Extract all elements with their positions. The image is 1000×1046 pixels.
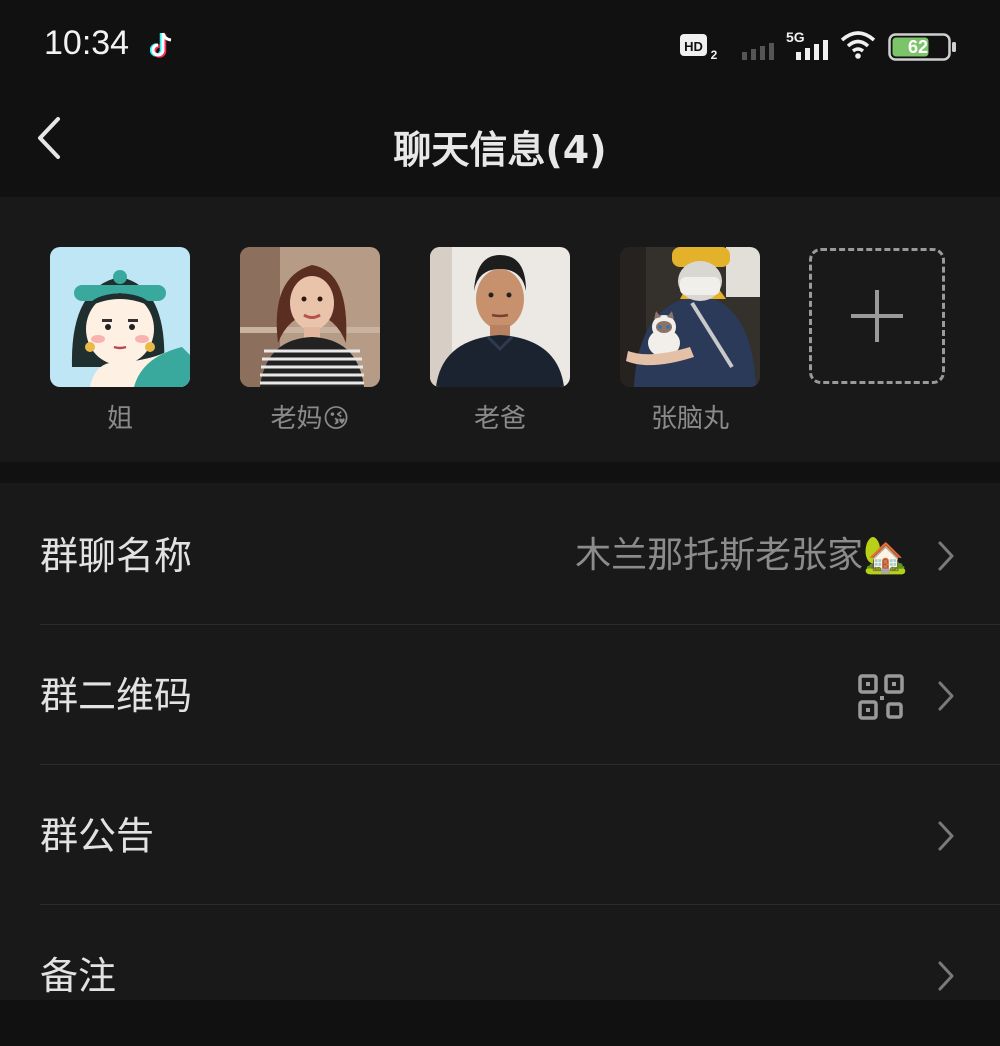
member-name: 姐 (106, 404, 133, 434)
member-name: 张脑丸 (650, 404, 729, 434)
network-label: 5G (786, 29, 805, 45)
settings-list: 群聊名称 木兰那托斯老张家🏡 群二维码 群公告 备注 (0, 483, 1000, 1000)
battery-level: 62 (908, 37, 928, 57)
divider (40, 624, 1000, 625)
chevron-right-icon (938, 821, 954, 851)
avatar[interactable] (430, 247, 570, 387)
hd-sub: 2 (711, 48, 718, 61)
tiktok-icon (150, 32, 172, 58)
header: 聊天信息(4) (0, 95, 1000, 195)
chevron-right-icon (938, 681, 954, 711)
group-name-value: 木兰那托斯老张家🏡 (575, 535, 908, 576)
page-title: 聊天信息(4) (393, 128, 607, 172)
divider (40, 764, 1000, 765)
remark-label: 备注 (40, 954, 117, 998)
signal-5g-icon: 5G (786, 29, 828, 60)
chevron-right-icon (938, 541, 954, 571)
status-bar: 10:34 HD 2 5G 62 (0, 0, 1000, 95)
remark-row[interactable]: 备注 (0, 906, 1000, 1046)
avatar[interactable] (50, 247, 190, 387)
member-name: 老妈😘 (270, 404, 350, 434)
member-list: 姐 老妈😘 老爸 张脑丸 (0, 197, 1000, 462)
group-qr-row[interactable]: 群二维码 (0, 626, 1000, 766)
member-name: 老爸 (473, 404, 526, 434)
add-member-button[interactable] (809, 248, 945, 384)
hd-label: HD (684, 39, 703, 54)
avatar[interactable] (620, 247, 760, 387)
member-item[interactable]: 老妈😘 (240, 247, 380, 437)
battery-icon: 62 (888, 33, 956, 61)
group-notice-row[interactable]: 群公告 (0, 766, 1000, 906)
member-item[interactable]: 老爸 (430, 247, 570, 437)
avatar[interactable] (240, 247, 380, 387)
divider (40, 904, 1000, 905)
hd-voice-icon: HD 2 (680, 34, 718, 61)
member-item[interactable]: 张脑丸 (620, 247, 760, 437)
qr-code-icon (858, 674, 904, 720)
chevron-right-icon (938, 961, 954, 991)
plus-icon (851, 290, 903, 342)
wifi-icon (840, 31, 876, 59)
group-notice-label: 群公告 (40, 814, 155, 858)
group-name-row[interactable]: 群聊名称 木兰那托斯老张家🏡 (0, 486, 1000, 626)
signal-sim2-icon (742, 43, 774, 60)
group-name-label: 群聊名称 (40, 534, 193, 578)
status-time: 10:34 (44, 24, 130, 62)
member-item[interactable]: 姐 (50, 247, 190, 437)
group-qr-label: 群二维码 (40, 674, 193, 718)
